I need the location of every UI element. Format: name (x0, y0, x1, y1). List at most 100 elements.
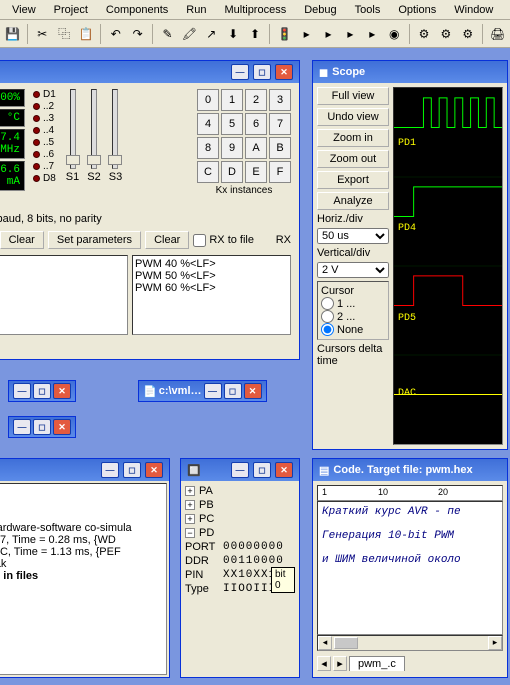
tool-redo-icon[interactable]: ↷ (127, 23, 148, 45)
port-value[interactable]: 00000000 (223, 541, 284, 553)
maximize-button[interactable]: ◻ (253, 462, 271, 478)
ddr-value[interactable]: 00110000 (223, 555, 284, 567)
tool-gear2-icon[interactable]: ⚙ (435, 23, 456, 45)
restore-icon[interactable]: ◻ (33, 383, 51, 399)
slider-s2[interactable] (91, 89, 97, 169)
key-a[interactable]: A (245, 137, 267, 159)
menu-help[interactable]: Help (503, 2, 510, 18)
close-icon[interactable]: ✕ (244, 383, 262, 399)
tool-step2-icon[interactable]: ▸ (318, 23, 339, 45)
set-parameters-button[interactable]: Set parameters (48, 231, 141, 249)
key-9[interactable]: 9 (221, 137, 243, 159)
results-titlebar[interactable]: s — ◻ ✕ (0, 459, 169, 481)
key-d[interactable]: D (221, 161, 243, 183)
list-item[interactable]: Maker (0, 498, 164, 510)
minimized-window-c[interactable]: — ◻ ✕ (8, 416, 76, 438)
key-5[interactable]: 5 (221, 113, 243, 135)
tool-paste-icon[interactable]: 📋 (76, 23, 97, 45)
full-view-button[interactable]: Full view (317, 87, 389, 105)
list-item[interactable]: rting hardware-software co-simula (0, 522, 164, 534)
list-item[interactable]: er break (0, 558, 164, 570)
slider-s1[interactable] (70, 89, 76, 169)
key-6[interactable]: 6 (245, 113, 267, 135)
list-item[interactable]: & Find in files (0, 570, 164, 582)
tool-step3-icon[interactable]: ▸ (340, 23, 361, 45)
restore-icon[interactable]: ◻ (33, 419, 51, 435)
tool-stepout-icon[interactable]: ▸ (362, 23, 383, 45)
menu-view[interactable]: View (4, 2, 44, 18)
clear-tx-button[interactable]: Clear (0, 231, 44, 249)
key-4[interactable]: 4 (197, 113, 219, 135)
restore-icon[interactable]: ◻ (224, 383, 242, 399)
close-button[interactable]: ✕ (275, 64, 293, 80)
maximize-button[interactable]: ◻ (253, 64, 271, 80)
tool-run-icon[interactable]: 🚦 (274, 23, 295, 45)
minimize-icon[interactable]: — (204, 383, 222, 399)
tool-arrow-icon[interactable]: ↗ (201, 23, 222, 45)
minimized-window-a[interactable]: — ◻ ✕ (8, 380, 76, 402)
expand-pc[interactable]: + (185, 514, 195, 524)
minimized-window-b[interactable]: 📄 c:\vml… — ◻ ✕ (138, 380, 267, 402)
menu-components[interactable]: Components (98, 2, 176, 18)
key-8[interactable]: 8 (197, 137, 219, 159)
port-titlebar[interactable]: 🔲 — ◻ ✕ (181, 459, 299, 481)
expand-pb[interactable]: + (185, 500, 195, 510)
cursor-none-radio[interactable] (321, 323, 334, 336)
tool-gear3-icon[interactable]: ⚙ (457, 23, 478, 45)
tool-pencil-icon[interactable]: ✎ (157, 23, 178, 45)
minimize-button[interactable]: — (101, 462, 119, 478)
menu-run[interactable]: Run (178, 2, 214, 18)
menu-multiprocess[interactable]: Multiprocess (216, 2, 294, 18)
analyze-button[interactable]: Analyze (317, 192, 389, 210)
key-7[interactable]: 7 (269, 113, 291, 135)
tab-next-icon[interactable]: ▸ (333, 656, 347, 671)
scroll-right-icon[interactable]: ▸ (488, 636, 502, 650)
expand-pa[interactable]: + (185, 486, 195, 496)
cursor-2-radio[interactable] (321, 310, 334, 323)
collapse-pd[interactable]: − (185, 528, 195, 538)
maximize-button[interactable]: ◻ (123, 462, 141, 478)
slider-s3[interactable] (112, 89, 118, 169)
tool-gear1-icon[interactable]: ⚙ (414, 23, 435, 45)
key-3[interactable]: 3 (269, 89, 291, 111)
panel-titlebar[interactable]: anel — ◻ ✕ (0, 61, 299, 83)
tool-up-icon[interactable]: ⬆ (245, 23, 266, 45)
tool-save-icon[interactable]: 💾 (2, 23, 23, 45)
tool-copy-icon[interactable]: ⿻ (54, 23, 75, 45)
menu-window[interactable]: Window (446, 2, 501, 18)
export-button[interactable]: Export (317, 171, 389, 189)
tab-prev-icon[interactable]: ◂ (317, 656, 331, 671)
close-button[interactable]: ✕ (145, 462, 163, 478)
list-item[interactable]: me (0, 510, 164, 522)
list-item[interactable]: t File (0, 486, 164, 498)
zoom-out-button[interactable]: Zoom out (317, 150, 389, 168)
tool-undo-icon[interactable]: ↶ (105, 23, 126, 45)
results-list[interactable]: t FileMakermerting hardware-software co-… (0, 483, 167, 675)
close-icon[interactable]: ✕ (53, 383, 71, 399)
minimize-button[interactable]: — (231, 462, 249, 478)
scope-titlebar[interactable]: ◼ Scope (313, 61, 507, 83)
minimize-icon[interactable]: — (13, 383, 31, 399)
key-b[interactable]: B (269, 137, 291, 159)
cursor-1-radio[interactable] (321, 297, 334, 310)
key-f[interactable]: F (269, 161, 291, 183)
key-0[interactable]: 0 (197, 89, 219, 111)
key-1[interactable]: 1 (221, 89, 243, 111)
rx-textarea[interactable]: PWM 40 %<LF> PWM 50 %<LF> PWM 60 %<LF> (132, 255, 291, 335)
menu-tools[interactable]: Tools (347, 2, 389, 18)
key-2[interactable]: 2 (245, 89, 267, 111)
menu-project[interactable]: Project (46, 2, 96, 18)
key-c[interactable]: C (197, 161, 219, 183)
tool-marker-icon[interactable]: 🖍 (179, 23, 200, 45)
code-tab[interactable]: pwm_.c (349, 656, 405, 671)
horiz-div-select[interactable]: 50 us (317, 228, 389, 244)
undo-view-button[interactable]: Undo view (317, 108, 389, 126)
list-item[interactable]: = $0037, Time = 0.28 ms, {WD (0, 534, 164, 546)
close-icon[interactable]: ✕ (53, 419, 71, 435)
tool-print-icon[interactable]: 🖨 (487, 23, 508, 45)
tool-down-icon[interactable]: ⬇ (223, 23, 244, 45)
minimize-icon[interactable]: — (13, 419, 31, 435)
minimize-button[interactable]: — (231, 64, 249, 80)
scroll-thumb[interactable] (334, 637, 358, 649)
scope-chart[interactable]: PD1 PD4 PD5 DAC (393, 87, 503, 445)
